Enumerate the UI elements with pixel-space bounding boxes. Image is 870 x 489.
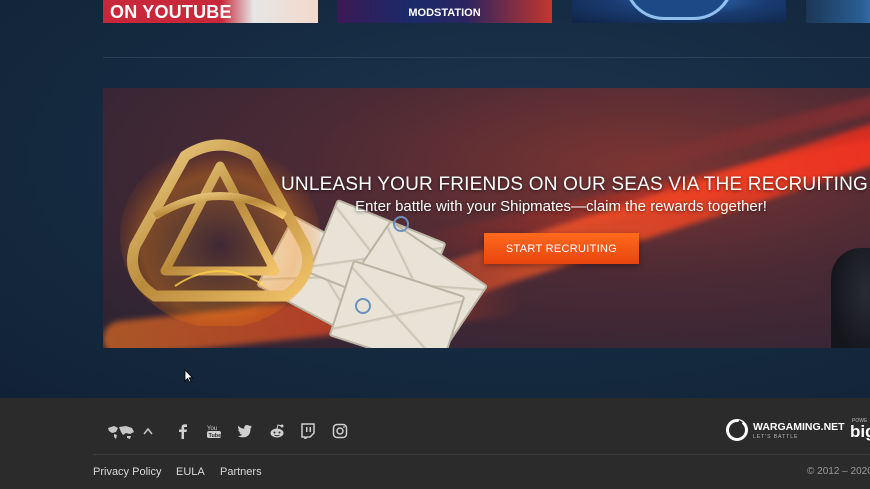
wargaming-logo-icon: [726, 419, 748, 441]
section-divider: [103, 57, 870, 58]
promo-title: UNLEASH YOUR FRIENDS ON OUR SEAS VIA THE…: [281, 174, 870, 195]
chevron-up-icon[interactable]: [143, 427, 153, 435]
thumbnail-title: MODSTATION: [408, 7, 481, 19]
start-recruiting-button[interactable]: START RECRUITING: [484, 233, 639, 264]
twitter-icon[interactable]: [237, 423, 253, 439]
privacy-policy-link[interactable]: Privacy Policy: [93, 466, 161, 478]
reddit-icon[interactable]: [269, 423, 285, 439]
news-thumbnail-youtube[interactable]: ON YOUTUBE: [103, 0, 318, 23]
promo-subtitle: Enter battle with your Shipmates—claim t…: [355, 198, 767, 215]
facebook-icon[interactable]: [175, 423, 191, 439]
recruiting-promo-banner[interactable]: UNLEASH YOUR FRIENDS ON OUR SEAS VIA THE…: [103, 88, 870, 348]
youtube-icon[interactable]: You Tube: [206, 423, 222, 439]
news-thumbnail-partial[interactable]: [806, 0, 870, 23]
partners-link[interactable]: Partners: [220, 466, 262, 478]
recruiting-emblem-icon: [120, 139, 320, 326]
postmark-icon: [393, 216, 409, 232]
footer-divider: [93, 454, 870, 455]
captain-figure: [831, 248, 870, 348]
eula-link[interactable]: EULA: [176, 466, 205, 478]
contributor-badge-icon: [624, 0, 734, 20]
news-thumbnail-contributor[interactable]: [572, 0, 786, 23]
twitch-icon[interactable]: [300, 423, 316, 439]
copyright-text: © 2012 – 2020: [807, 466, 870, 477]
thumbnail-title: ON YOUTUBE: [110, 2, 232, 22]
mouse-cursor-icon: [184, 369, 194, 383]
big-world-logo[interactable]: big: [850, 422, 870, 442]
page-background: ON YOUTUBE MODSTATION UNLEASH YOUR FRIEN…: [0, 0, 870, 398]
postmark-icon: [355, 298, 371, 314]
svg-text:Tube: Tube: [209, 433, 222, 439]
world-map-icon[interactable]: [106, 424, 136, 440]
news-thumbnail-modstation[interactable]: MODSTATION: [337, 0, 552, 23]
site-footer: You Tube WARGAMING.NET LET'S BATTLE POWE …: [0, 398, 870, 489]
brand-tagline: LET'S BATTLE: [753, 434, 799, 440]
wargaming-logo[interactable]: WARGAMING.NET LET'S BATTLE: [726, 418, 845, 444]
brand-name: WARGAMING.NET: [753, 421, 845, 433]
instagram-icon[interactable]: [332, 423, 348, 439]
